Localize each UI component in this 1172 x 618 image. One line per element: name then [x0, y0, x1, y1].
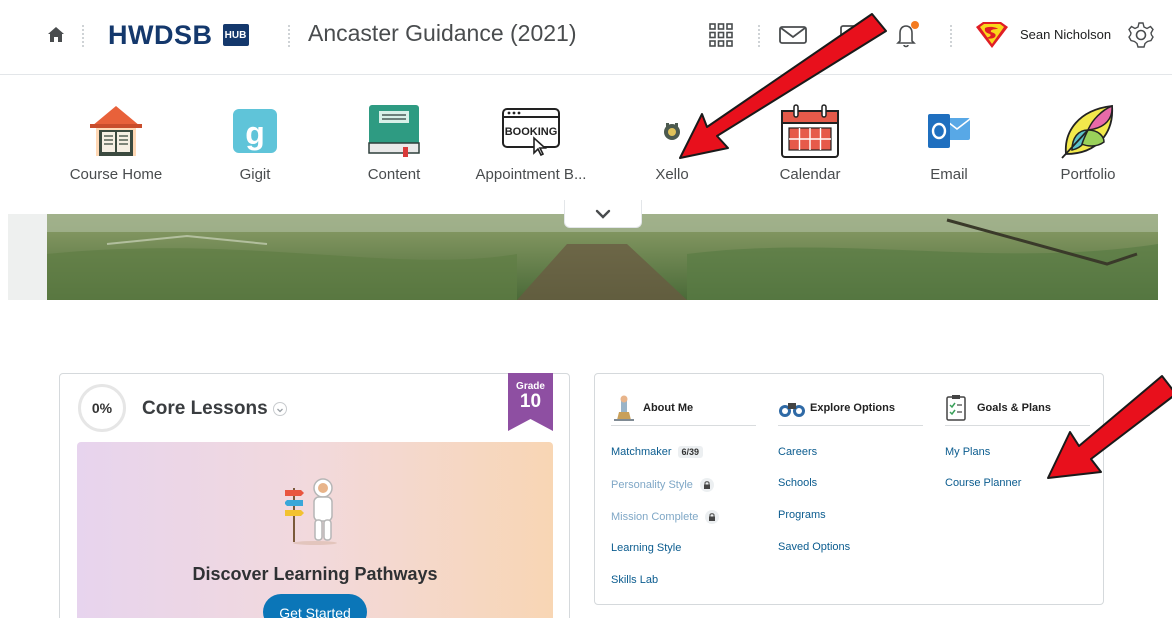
nav-item-calendar[interactable]: Calendar — [745, 98, 875, 208]
link-programs[interactable]: Programs — [778, 509, 826, 521]
nav-item-label: Course Home — [69, 166, 163, 183]
divider — [82, 25, 84, 47]
brand-logo[interactable]: HWDSB HUB — [108, 18, 249, 52]
nav-item-label: Appointment B... — [475, 166, 587, 183]
about-me-icon — [611, 394, 639, 422]
nav-item-label: Content — [367, 166, 421, 183]
gigit-icon: g — [190, 102, 320, 160]
link-course-planner[interactable]: Course Planner — [945, 477, 1021, 489]
nav-item-label: Xello — [655, 166, 689, 183]
app-grid-icon[interactable] — [706, 20, 736, 50]
nav-item-content[interactable]: Content — [329, 98, 459, 208]
nav-item-label: Calendar — [779, 166, 841, 183]
core-lessons-card: 0% Core Lessons Grade 10 Discover Learni… — [59, 373, 570, 618]
link-my-plans[interactable]: My Plans — [945, 446, 990, 458]
bell-icon[interactable] — [892, 20, 922, 50]
nav-item-portfolio[interactable]: Portfolio — [1023, 98, 1153, 208]
chevron-down-icon[interactable] — [273, 402, 287, 416]
brand-badge: HUB — [222, 24, 249, 46]
pathways-title: Discover Learning Pathways — [192, 564, 438, 584]
nav-item-appointment-booking[interactable]: BOOKING Appointment B... — [466, 98, 596, 208]
book-icon — [329, 102, 459, 160]
user-name[interactable]: Sean Nicholson — [1020, 27, 1111, 42]
progress-ring: 0% — [78, 384, 126, 432]
goals-plans-header[interactable]: Goals & Plans — [945, 390, 1090, 426]
nav-item-email[interactable]: Email — [884, 98, 1014, 208]
link-mission-complete[interactable]: Mission Complete — [611, 510, 720, 524]
get-started-button[interactable]: Get Started — [263, 594, 367, 618]
about-me-header[interactable]: About Me — [611, 390, 756, 426]
signpost-astronaut-illustration — [285, 478, 337, 545]
calendar-icon — [745, 102, 875, 160]
core-lessons-title[interactable]: Core Lessons — [142, 398, 268, 420]
link-personality-style[interactable]: Personality Style — [611, 478, 714, 492]
svg-text:BOOKING: BOOKING — [505, 126, 558, 138]
about-me-title: About Me — [643, 401, 694, 414]
nav-item-label: Portfolio — [1060, 166, 1116, 183]
learning-pathways-panel: Discover Learning Pathways Get Started — [77, 442, 553, 618]
link-skills-lab[interactable]: Skills Lab — [611, 574, 658, 586]
nav-item-course-home[interactable]: Course Home — [51, 98, 181, 208]
xello-icon — [607, 102, 737, 160]
brand-name: HWDSB — [108, 19, 213, 50]
collapse-nav-button[interactable] — [564, 200, 642, 228]
link-matchmaker[interactable]: Matchmaker 6/39 — [611, 446, 704, 458]
link-label: Matchmaker — [611, 446, 672, 458]
goals-plans-title: Goals & Plans — [977, 401, 1051, 414]
mail-icon[interactable] — [778, 20, 808, 50]
explore-options-header[interactable]: Explore Options — [778, 390, 923, 426]
top-bar: HWDSB HUB Ancaster Guidance (2021) Sean … — [0, 0, 1172, 75]
svg-text:g: g — [245, 115, 265, 151]
superman-avatar[interactable] — [974, 20, 1010, 50]
explore-card: About Me Matchmaker 6/39 Personality Sty… — [594, 373, 1104, 605]
nav-item-gigit[interactable]: g Gigit — [190, 98, 320, 208]
outlook-icon — [884, 102, 1014, 160]
course-nav-bar: Course Home g Gigit Content BOOKING Appo… — [0, 76, 1172, 214]
portfolio-icon — [1023, 102, 1153, 160]
link-label: Mission Complete — [611, 511, 699, 523]
divider — [950, 25, 952, 47]
home-icon[interactable] — [46, 25, 66, 45]
chat-icon[interactable] — [836, 20, 866, 50]
checklist-icon — [945, 394, 973, 422]
booking-icon: BOOKING — [466, 102, 596, 160]
link-label: Personality Style — [611, 479, 693, 491]
lock-icon — [705, 510, 720, 524]
divider — [758, 25, 760, 47]
gear-icon[interactable] — [1126, 20, 1156, 50]
nav-item-label: Email — [930, 166, 968, 183]
course-title[interactable]: Ancaster Guidance (2021) — [308, 20, 577, 47]
grade-ribbon: Grade 10 — [508, 373, 553, 431]
link-careers[interactable]: Careers — [778, 446, 817, 458]
link-learning-style[interactable]: Learning Style — [611, 542, 681, 554]
link-schools[interactable]: Schools — [778, 477, 817, 489]
nav-item-label: Gigit — [239, 166, 271, 183]
house-book-icon — [51, 102, 181, 160]
divider — [288, 25, 290, 47]
lock-icon — [699, 478, 714, 492]
matchmaker-count-badge: 6/39 — [677, 446, 704, 458]
grade-number: 10 — [519, 391, 542, 412]
chevron-down-icon — [595, 209, 611, 219]
link-saved-options[interactable]: Saved Options — [778, 541, 850, 553]
nav-item-xello[interactable]: Xello — [607, 98, 737, 208]
binoculars-icon — [778, 394, 806, 422]
explore-options-title: Explore Options — [810, 401, 895, 414]
